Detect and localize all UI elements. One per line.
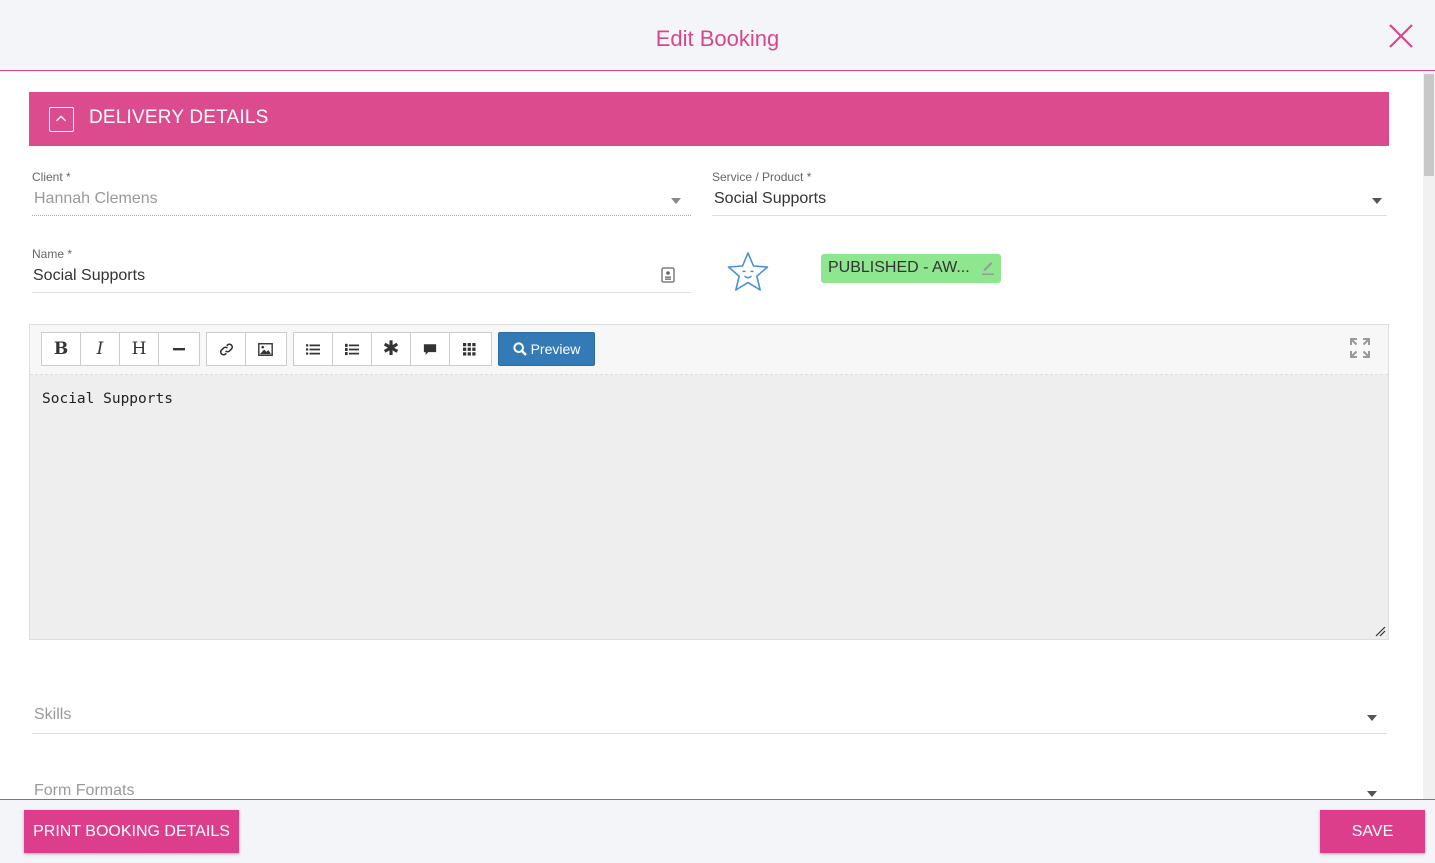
preview-button[interactable]: Preview xyxy=(498,332,595,366)
comment-button[interactable] xyxy=(411,333,450,365)
horizontal-rule-button[interactable] xyxy=(159,333,198,365)
unordered-list-button[interactable] xyxy=(294,333,333,365)
table-button[interactable] xyxy=(450,333,489,365)
block-group: ✱ xyxy=(293,332,492,366)
service-product-label: Service / Product * xyxy=(712,170,812,184)
ordered-list-icon xyxy=(345,343,359,355)
insert-group xyxy=(206,332,287,366)
delivery-details-section: DELIVERY DETAILS xyxy=(29,92,1389,146)
client-field[interactable]: Client * Hannah Clemens xyxy=(32,170,691,216)
chevron-down-icon xyxy=(671,198,681,204)
skills-placeholder: Skills xyxy=(34,706,72,723)
name-value: Social Supports xyxy=(33,267,146,284)
service-product-field[interactable]: Service / Product * Social Supports xyxy=(712,170,1387,216)
form-formats-field[interactable]: Form Formats xyxy=(32,778,1387,799)
chevron-down-icon xyxy=(1372,198,1382,204)
format-group: B I H xyxy=(41,332,200,366)
image-icon xyxy=(258,342,273,356)
link-button[interactable] xyxy=(207,333,246,365)
status-badge[interactable]: PUBLISHED - AW... xyxy=(821,254,1001,283)
chevron-down-icon xyxy=(1367,715,1377,721)
edit-icon[interactable] xyxy=(982,258,994,276)
star-face-icon[interactable] xyxy=(724,249,772,297)
chevron-up-icon xyxy=(55,115,67,122)
ordered-list-button[interactable] xyxy=(333,333,372,365)
italic-button[interactable]: I xyxy=(81,333,120,365)
scrollbar[interactable] xyxy=(1423,72,1435,799)
table-icon xyxy=(463,342,476,356)
print-label: PRINT BOOKING DETAILS xyxy=(33,822,230,840)
modal-content: DELIVERY DETAILS Client * Hannah Clemens… xyxy=(0,72,1423,799)
name-label: Name * xyxy=(32,247,73,261)
unordered-list-icon xyxy=(306,343,320,355)
heading-button[interactable]: H xyxy=(120,333,159,365)
skills-field[interactable]: Skills xyxy=(32,702,1387,734)
italic-icon: I xyxy=(96,339,104,359)
name-field[interactable]: Name * Social Supports xyxy=(32,247,691,293)
form-formats-placeholder: Form Formats xyxy=(34,782,135,799)
print-booking-details-button[interactable]: PRINT BOOKING DETAILS xyxy=(24,810,239,853)
editor-textarea[interactable]: Social Supports xyxy=(30,375,1388,639)
image-button[interactable] xyxy=(246,333,285,365)
comment-icon xyxy=(423,343,437,355)
link-icon xyxy=(219,342,233,356)
save-label: SAVE xyxy=(1351,822,1394,840)
fullscreen-icon[interactable] xyxy=(1350,338,1370,358)
editor-content: Social Supports xyxy=(42,391,173,407)
section-title: DELIVERY DETAILS xyxy=(89,107,269,128)
asterisk-icon: ✱ xyxy=(382,338,400,360)
asterisk-button[interactable]: ✱ xyxy=(372,333,411,365)
preview-label: Preview xyxy=(530,341,581,357)
search-icon xyxy=(512,342,527,356)
status-label: PUBLISHED - AW... xyxy=(828,259,970,276)
bold-button[interactable]: B xyxy=(42,333,81,365)
chevron-down-icon xyxy=(1367,791,1377,797)
service-product-value: Social Supports xyxy=(714,190,827,207)
editor-toolbar: B I H ✱ Preview xyxy=(30,325,1388,375)
modal-footer: PRINT BOOKING DETAILS SAVE xyxy=(0,799,1435,863)
resize-icon[interactable] xyxy=(1374,625,1386,637)
bold-icon: B xyxy=(53,339,69,359)
modal-header: Edit Booking xyxy=(0,0,1435,71)
save-button[interactable]: SAVE xyxy=(1320,810,1425,853)
client-label: Client * xyxy=(32,170,71,184)
close-icon[interactable] xyxy=(1387,22,1415,50)
heading-icon: H xyxy=(131,339,147,359)
collapse-button[interactable] xyxy=(49,107,74,132)
scrollbar-thumb[interactable] xyxy=(1424,74,1434,176)
client-value: Hannah Clemens xyxy=(34,190,158,207)
markdown-editor: B I H ✱ Preview Social Supports xyxy=(29,324,1389,640)
horizontal-rule-icon xyxy=(172,348,185,351)
id-card-icon[interactable] xyxy=(661,267,675,283)
modal-title: Edit Booking xyxy=(655,26,780,51)
